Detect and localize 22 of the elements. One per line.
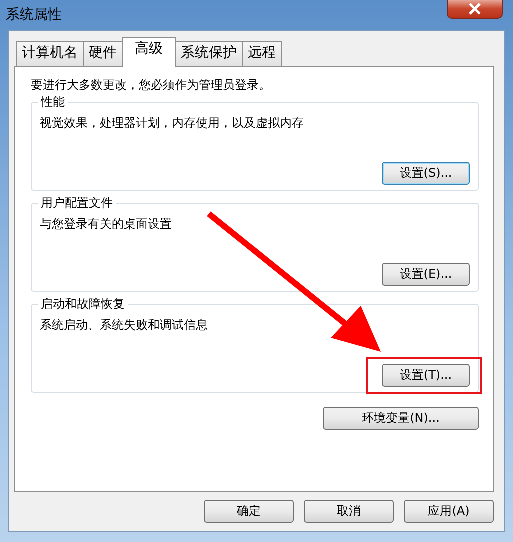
group-description: 系统启动、系统失败和调试信息: [40, 317, 209, 334]
tab[interactable]: 硬件: [83, 41, 123, 66]
group-title: 启动和故障恢复: [38, 296, 128, 313]
dialog-button[interactable]: 应用(A): [404, 500, 494, 523]
settings-button[interactable]: 设置(T)...: [382, 364, 470, 387]
close-button[interactable]: [447, 0, 503, 19]
tab[interactable]: 远程: [242, 41, 282, 66]
close-icon: [468, 3, 482, 15]
tab[interactable]: 计算机名: [16, 41, 84, 66]
tab[interactable]: 系统保护: [175, 41, 243, 66]
dialog-button[interactable]: 取消: [304, 500, 394, 523]
settings-button[interactable]: 设置(E)...: [382, 263, 470, 286]
tab[interactable]: 高级: [122, 37, 176, 67]
dialog-button[interactable]: 确定: [204, 500, 294, 523]
settings-button[interactable]: 设置(S)...: [382, 162, 470, 185]
environment-variables-button[interactable]: 环境变量(N)...: [323, 407, 479, 430]
group-title: 性能: [38, 94, 68, 111]
group-description: 视觉效果，处理器计划，内存使用，以及虚拟内存: [40, 115, 305, 132]
window-title: 系统属性: [6, 6, 62, 24]
group-title: 用户配置文件: [38, 195, 116, 212]
group-description: 与您登录有关的桌面设置: [40, 216, 173, 233]
notice-text: 要进行大多数更改，您必须作为管理员登录。: [31, 77, 272, 94]
